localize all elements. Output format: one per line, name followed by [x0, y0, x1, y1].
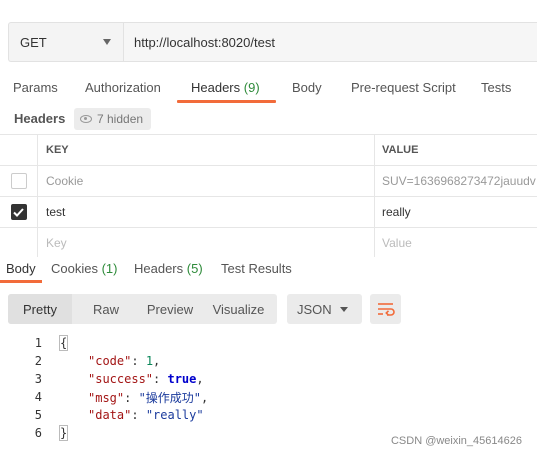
tab-body[interactable]: Body — [292, 80, 322, 95]
view-raw-button[interactable]: Raw — [72, 294, 140, 324]
checkmark-icon — [13, 207, 24, 217]
active-response-tab-indicator — [0, 280, 42, 283]
value-column-header: VALUE — [382, 144, 419, 156]
chevron-down-icon — [103, 39, 111, 45]
view-preview-button[interactable]: Preview — [140, 294, 200, 324]
tab-count: (1) — [101, 261, 118, 276]
json-key: "success" — [88, 372, 154, 386]
row-checkbox[interactable] — [10, 173, 27, 189]
chevron-down-icon — [340, 307, 348, 312]
header-value-cell[interactable]: really — [375, 197, 537, 227]
method-select[interactable]: GET — [9, 23, 124, 61]
code-line: 1 { — [0, 334, 537, 352]
json-entry: "success": true, — [88, 372, 204, 386]
table-header-row: KEY VALUE — [0, 135, 537, 166]
json-entry: "data": "really" — [88, 408, 204, 422]
response-tabs: Body Cookies (1) Headers (5) Test Result… — [0, 258, 537, 284]
tab-label: Headers — [191, 80, 241, 95]
row-check-cell — [0, 166, 38, 196]
tab-response-headers[interactable]: Headers (5) — [134, 261, 203, 276]
json-key: "msg" — [88, 390, 125, 405]
eye-icon — [80, 115, 92, 123]
json-entry: "msg": "操作成功", — [88, 390, 209, 405]
tab-label: Test Results — [221, 261, 292, 276]
header-key-cell[interactable]: Cookie — [38, 166, 375, 196]
watermark: CSDN @weixin_45614626 — [390, 435, 522, 447]
tab-tests[interactable]: Tests — [481, 80, 511, 95]
tab-headers[interactable]: Headers (9) — [191, 80, 260, 95]
row-check-cell — [0, 228, 38, 257]
json-entry: "code": 1, — [88, 354, 161, 368]
header-key-cell[interactable]: test — [38, 197, 375, 227]
hidden-headers-toggle[interactable]: 7 hidden — [74, 108, 152, 130]
line-number: 6 — [34, 426, 42, 440]
row-checkbox[interactable] — [10, 204, 27, 220]
open-brace: { — [58, 335, 69, 351]
line-number: 4 — [34, 390, 42, 404]
headers-table: KEY VALUE Cookie SUV=1636968273472jauudv… — [0, 134, 537, 257]
row-check-cell — [0, 197, 38, 227]
tab-authorization[interactable]: Authorization — [85, 80, 161, 95]
new-key-input[interactable]: Key — [38, 228, 375, 257]
tab-label: Body — [6, 261, 36, 276]
tab-test-results[interactable]: Test Results — [221, 261, 292, 276]
close-brace: } — [58, 425, 69, 441]
check-column-header — [0, 135, 38, 165]
view-mode-segmented: Pretty Raw Preview Visualize — [8, 294, 277, 324]
format-select[interactable]: JSON — [287, 294, 362, 324]
tab-count: (5) — [186, 261, 203, 276]
code-line: 4 "msg": "操作成功", — [0, 388, 537, 406]
line-number: 3 — [34, 372, 42, 386]
new-value-input[interactable]: Value — [375, 228, 537, 257]
wrap-lines-button[interactable] — [370, 294, 401, 324]
active-tab-indicator — [177, 100, 276, 103]
json-value: "really" — [145, 408, 204, 422]
json-value: true — [167, 372, 197, 386]
view-pretty-button[interactable]: Pretty — [8, 294, 72, 324]
headers-title: Headers — [14, 111, 66, 126]
json-value: 1 — [145, 354, 154, 368]
response-body-editor[interactable]: 1 { 2 "code": 1, 3 "success": true, 4 "m… — [0, 334, 537, 446]
table-row: test really — [0, 197, 537, 228]
table-row-new: Key Value — [0, 228, 537, 257]
table-row: Cookie SUV=1636968273472jauudv — [0, 166, 537, 197]
tab-count: (9) — [243, 80, 260, 95]
tab-label: Tests — [481, 80, 512, 95]
tab-label: Cookies — [51, 261, 98, 276]
header-value-cell[interactable]: SUV=1636968273472jauudv — [375, 166, 537, 196]
tab-label: Params — [13, 80, 58, 95]
json-key: "data" — [88, 408, 132, 422]
url-input[interactable]: http://localhost:8020/test — [124, 23, 537, 61]
format-label: JSON — [297, 301, 332, 317]
line-number: 1 — [34, 336, 42, 350]
tab-label: Pre-request Script — [351, 80, 456, 95]
line-number: 2 — [34, 354, 42, 368]
key-column-header: KEY — [38, 135, 375, 165]
tab-pre-request-script[interactable]: Pre-request Script — [351, 80, 456, 95]
hidden-count-label: 7 hidden — [97, 112, 144, 126]
code-line: 2 "code": 1, — [0, 352, 537, 370]
tab-cookies[interactable]: Cookies (1) — [51, 261, 117, 276]
tab-response-body[interactable]: Body — [6, 261, 36, 276]
json-key: "code" — [88, 354, 132, 368]
tab-label: Body — [292, 80, 322, 95]
line-number: 5 — [34, 408, 42, 422]
method-label: GET — [20, 34, 47, 50]
code-line: 5 "data": "really" — [0, 406, 537, 424]
tab-label: Headers — [134, 261, 184, 276]
json-value: "操作成功" — [138, 390, 202, 405]
view-visualize-button[interactable]: Visualize — [200, 294, 277, 324]
tab-params[interactable]: Params — [13, 80, 58, 95]
tab-label: Authorization — [85, 80, 161, 95]
wrap-lines-icon — [377, 303, 395, 316]
code-line: 3 "success": true, — [0, 370, 537, 388]
request-tabs: Params Authorization Headers (9) Body Pr… — [0, 78, 537, 104]
request-bar: GET http://localhost:8020/test — [8, 22, 537, 62]
url-text: http://localhost:8020/test — [134, 34, 275, 50]
